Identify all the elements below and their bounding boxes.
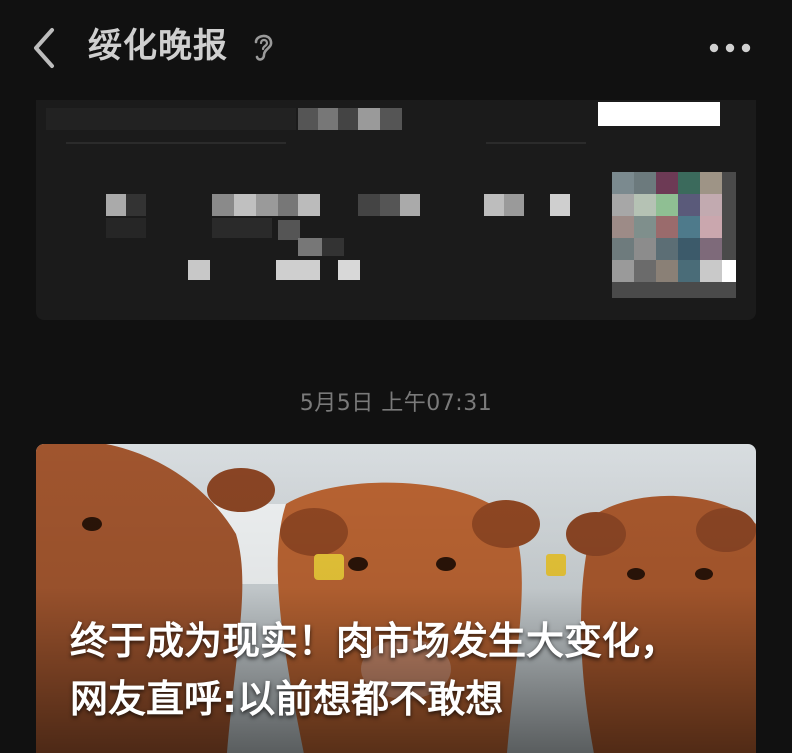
more-options-button[interactable]	[702, 30, 758, 66]
message-timestamp: 5月5日 上午07:31	[299, 391, 493, 416]
headline-line-1: 终于成为现实！肉市场发生大变化，	[70, 619, 679, 663]
chevron-left-icon	[34, 28, 54, 68]
pixelated-text	[46, 108, 296, 130]
account-title[interactable]: 绥化晚报	[88, 20, 228, 72]
ear-icon[interactable]	[250, 30, 276, 64]
top-bar: 绥化晚报	[0, 0, 792, 96]
article-card[interactable]: 终于成为现实！肉市场发生大变化， 网友直呼:以前想都不敢想	[36, 444, 756, 753]
article-list-page: 绥化晚报 5月5日 上午07:31 终于成为现实！肉市场发生大变化， 网友直呼:…	[0, 0, 792, 753]
back-button[interactable]	[22, 22, 70, 74]
article-headline[interactable]: 终于成为现实！肉市场发生大变化， 网友直呼:以前想都不敢想	[70, 612, 750, 728]
headline-line-2: 网友直呼:以前想都不敢想	[70, 677, 504, 721]
more-dots-icon	[709, 43, 751, 53]
previous-article-card[interactable]	[36, 100, 756, 320]
